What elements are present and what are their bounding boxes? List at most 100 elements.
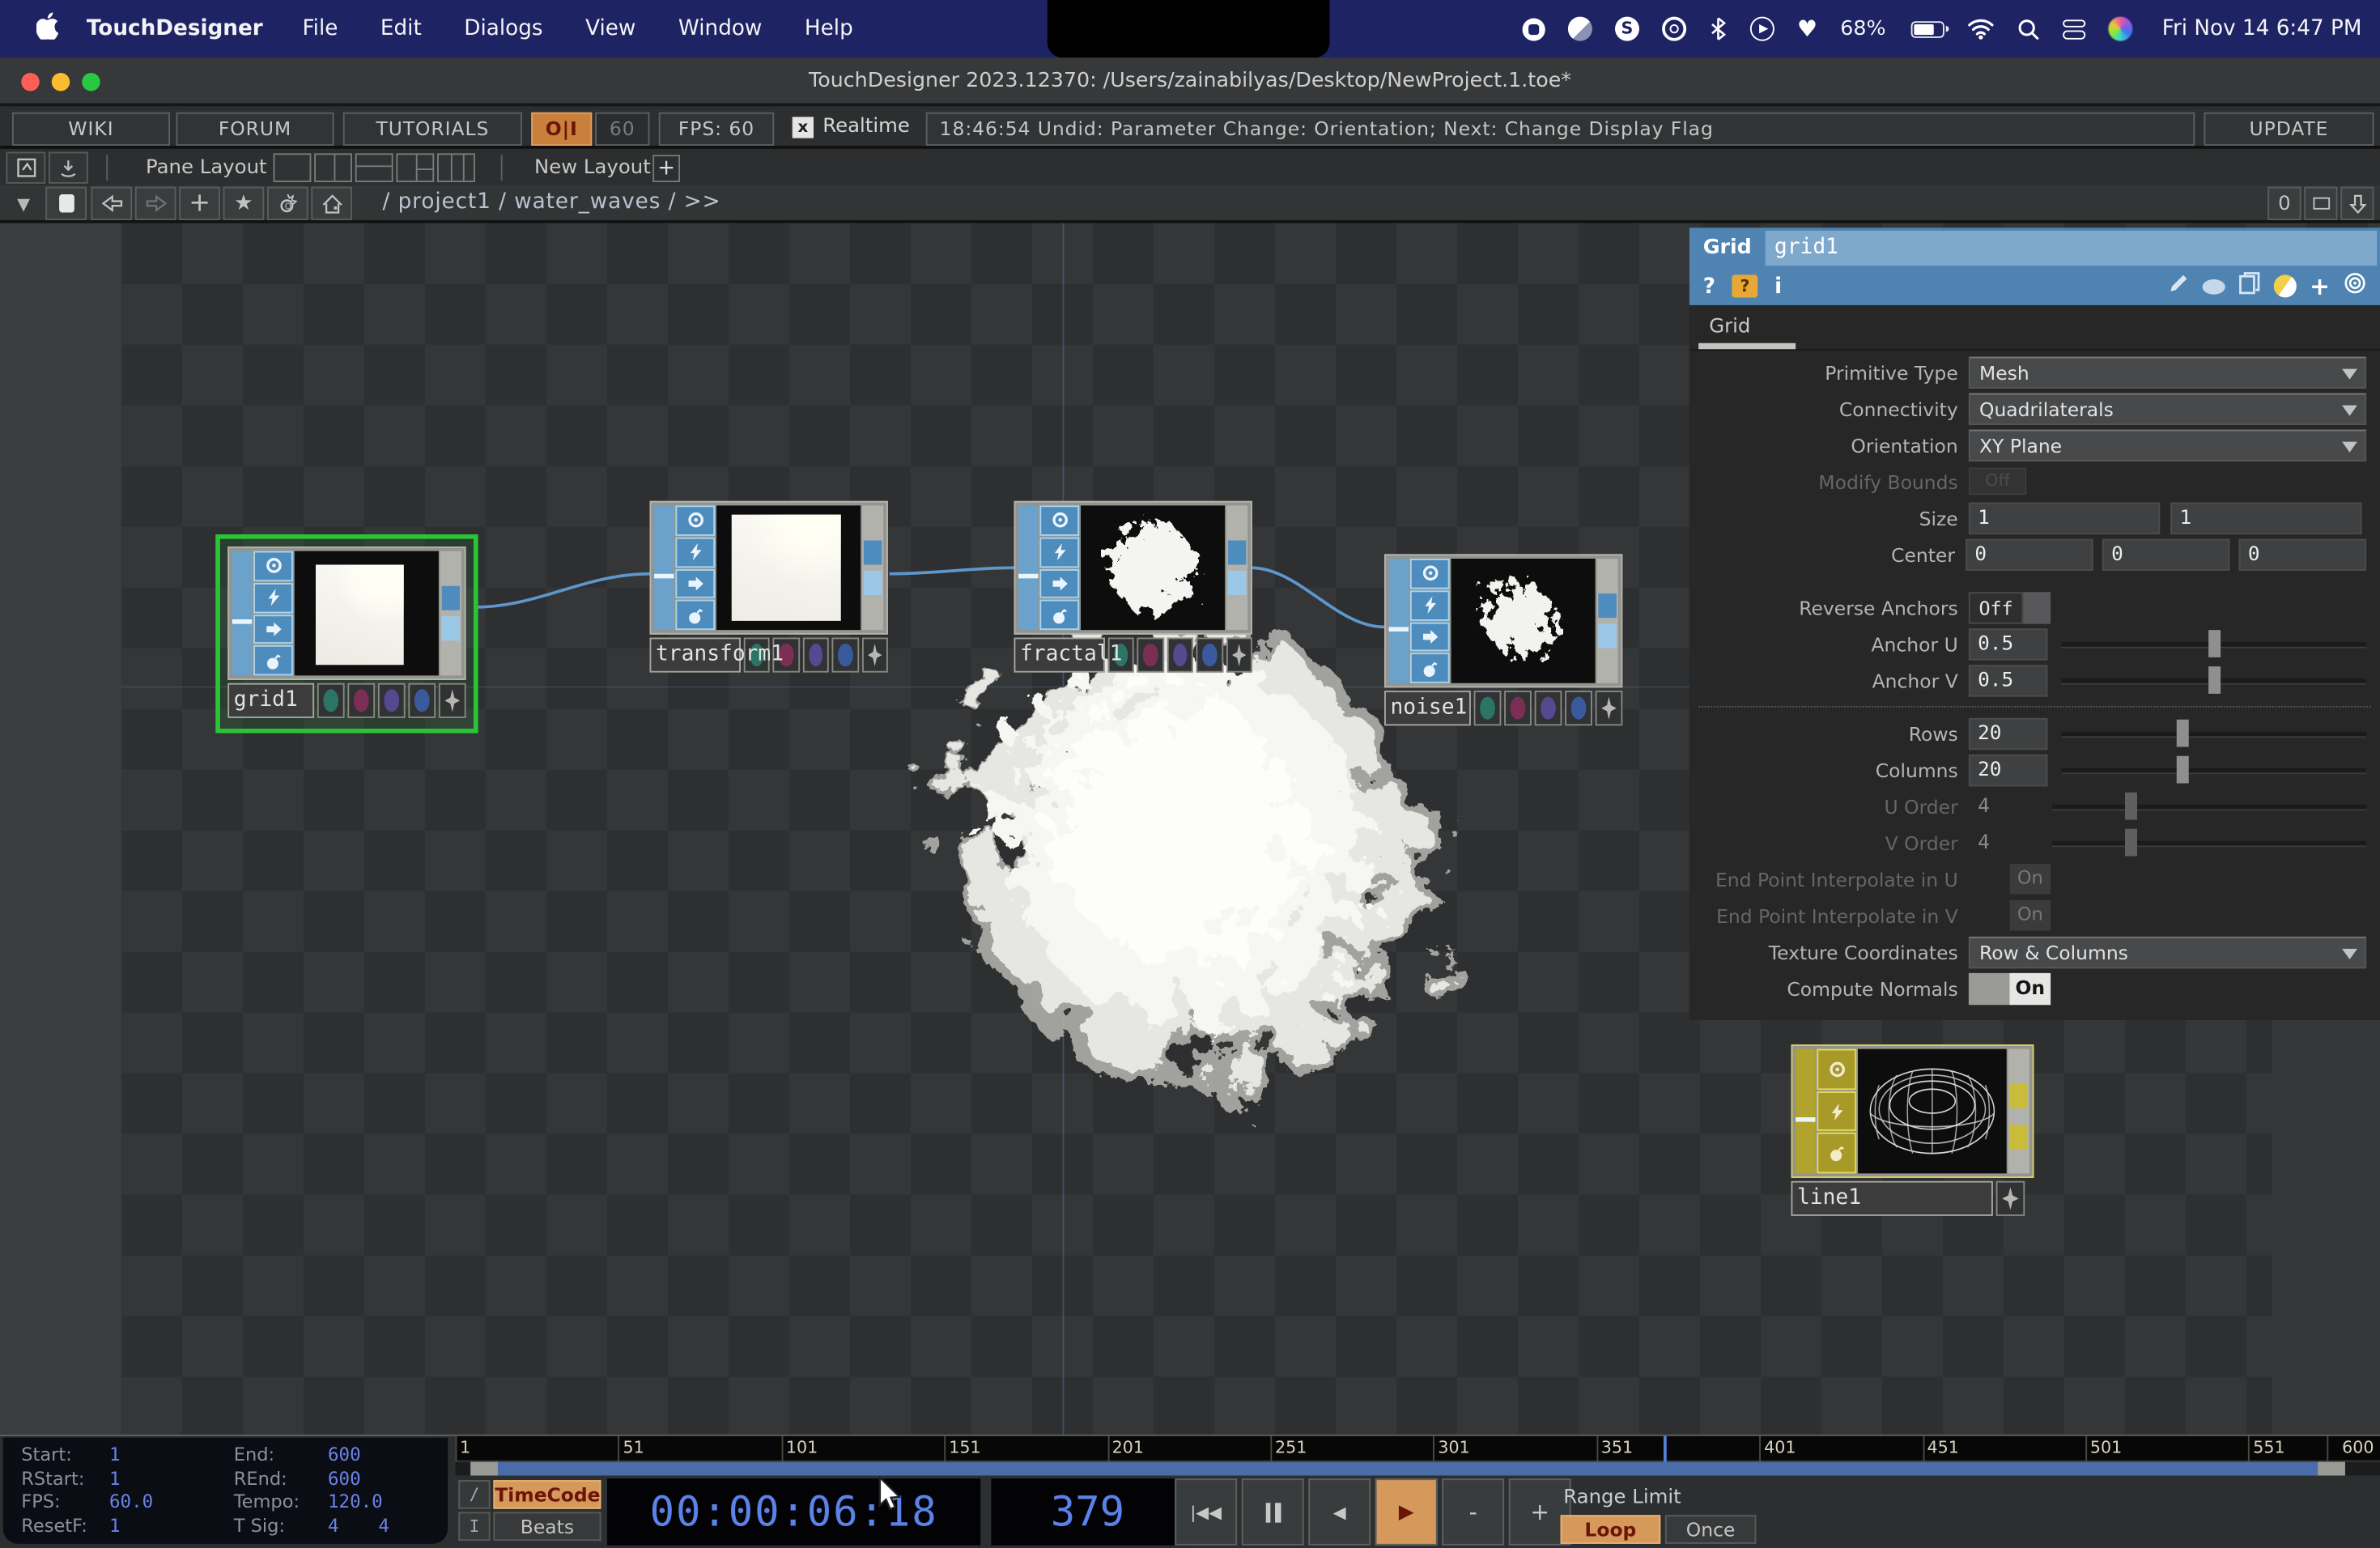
- ruler-tick[interactable]: 251: [1270, 1438, 1307, 1457]
- param-toggle-handle[interactable]: [2023, 591, 2051, 623]
- help-icon[interactable]: ?: [1703, 274, 1715, 298]
- viewer-flag-icon[interactable]: [1039, 505, 1079, 535]
- node-comment-flag[interactable]: [1596, 691, 1623, 725]
- play-circle-icon[interactable]: [1750, 17, 1774, 41]
- target-icon[interactable]: [2344, 272, 2366, 301]
- oi-toggle[interactable]: O|I: [531, 113, 592, 146]
- close-window-button[interactable]: [21, 73, 40, 91]
- ruler-tick[interactable]: 401: [1759, 1438, 1796, 1457]
- ruler-tick[interactable]: 351: [1596, 1438, 1633, 1457]
- node-state-flag-3[interactable]: [1167, 638, 1194, 673]
- new-layout-add-button[interactable]: +: [652, 155, 680, 182]
- node-name-label[interactable]: transform1: [650, 638, 742, 673]
- control-center-icon[interactable]: [2063, 15, 2086, 43]
- viewer-flag-icon[interactable]: [253, 551, 293, 581]
- param-field[interactable]: 20: [1969, 717, 2048, 749]
- timeline-ruler[interactable]: 151101151201251301351401451501551600: [456, 1436, 2380, 1462]
- param-menu[interactable]: Row & Columns: [1969, 936, 2366, 968]
- node-state-flag-3[interactable]: [803, 638, 830, 673]
- info-icon[interactable]: i: [1774, 274, 1782, 298]
- python-icon[interactable]: [2273, 274, 2296, 297]
- add-parameter-icon[interactable]: +: [2310, 275, 2330, 296]
- node-state-flag-4[interactable]: [1565, 691, 1592, 725]
- node-noise1[interactable]: noise1: [1384, 554, 1622, 725]
- node-comment-flag[interactable]: [1226, 638, 1252, 673]
- node-state-flag-2[interactable]: [347, 683, 375, 718]
- node-comment-flag[interactable]: [1996, 1181, 2025, 1216]
- node-state-flag-3[interactable]: [1534, 691, 1562, 725]
- tutorials-button[interactable]: TUTORIALS: [343, 113, 522, 146]
- node-viewer[interactable]: [716, 505, 861, 630]
- back-arrow-icon[interactable]: [91, 187, 133, 220]
- node-comment-flag[interactable]: [861, 638, 888, 673]
- param-field[interactable]: 0.5: [1969, 627, 2048, 659]
- node-state-flag-2[interactable]: [1504, 691, 1532, 725]
- pause-button[interactable]: [1242, 1478, 1304, 1546]
- param-field[interactable]: 20: [1969, 754, 2048, 785]
- param-field[interactable]: 0: [2102, 538, 2230, 570]
- ruler-tick[interactable]: 501: [2085, 1438, 2122, 1457]
- node-state-flag-4[interactable]: [1196, 638, 1223, 673]
- beats-mode-button[interactable]: Beats: [493, 1512, 601, 1542]
- param-slider[interactable]: [2061, 641, 2366, 646]
- screen-record-icon[interactable]: [1523, 18, 1545, 40]
- render-flag-icon[interactable]: [675, 600, 715, 630]
- node-grid1[interactable]: grid1: [227, 546, 465, 718]
- edit-pencil-icon[interactable]: [2167, 272, 2188, 301]
- node-state-flag-1[interactable]: [317, 683, 345, 718]
- frame-display[interactable]: 379: [991, 1478, 1184, 1546]
- node-state-flag-3[interactable]: [378, 683, 406, 718]
- param-slider[interactable]: [2061, 768, 2366, 772]
- copy-parameters-icon[interactable]: [2238, 272, 2259, 301]
- node-viewer[interactable]: [1081, 505, 1225, 630]
- param-field[interactable]: 0.5: [1969, 664, 2048, 695]
- param-field[interactable]: 1: [1969, 502, 2160, 534]
- param-toggle-track[interactable]: [1969, 972, 2010, 1004]
- timeline-range-fill[interactable]: [470, 1462, 2345, 1476]
- node-output-connector[interactable]: [440, 551, 461, 676]
- add-op-icon[interactable]: +: [179, 187, 220, 220]
- timeline-scrollbar[interactable]: [456, 1462, 2380, 1476]
- node-input-connector[interactable]: [1389, 559, 1409, 683]
- pane-layout-option-4[interactable]: [396, 153, 434, 182]
- cook-flag-icon[interactable]: [253, 583, 293, 613]
- node-input-connector[interactable]: [1018, 505, 1038, 630]
- param-field[interactable]: 0: [1966, 538, 2093, 570]
- spotlight-search-icon[interactable]: [2018, 15, 2041, 43]
- cook-flag-icon[interactable]: [675, 537, 715, 567]
- node-name-label[interactable]: grid1: [227, 683, 314, 718]
- maximize-pane-icon[interactable]: [6, 152, 46, 184]
- bypass-flag-icon[interactable]: [1039, 568, 1079, 598]
- bypass-flag-icon[interactable]: [253, 614, 293, 644]
- param-toggle-off[interactable]: Off: [1969, 591, 2024, 623]
- ruler-tick[interactable]: 201: [1107, 1438, 1144, 1457]
- render-flag-icon[interactable]: [253, 645, 293, 675]
- bookmark-star-icon[interactable]: ★: [223, 187, 265, 220]
- node-output-connector[interactable]: [1597, 559, 1618, 683]
- once-button[interactable]: Once: [1665, 1515, 1757, 1544]
- param-slider-handle[interactable]: [2208, 629, 2220, 657]
- menu-item-dialogs[interactable]: Dialogs: [464, 17, 542, 41]
- node-comment-flag[interactable]: [439, 683, 466, 718]
- frame-slash-button[interactable]: /: [458, 1480, 490, 1509]
- menu-item-edit[interactable]: Edit: [380, 17, 422, 41]
- pane-layout-option-1[interactable]: [274, 153, 312, 182]
- param-slider-handle[interactable]: [2177, 719, 2189, 746]
- bluetooth-icon[interactable]: [1709, 15, 1728, 43]
- node-viewer[interactable]: [1451, 559, 1596, 683]
- battery-icon[interactable]: [1911, 20, 1944, 37]
- pane-layout-option-5[interactable]: [437, 153, 475, 182]
- play-reverse-button[interactable]: ◀: [1308, 1478, 1371, 1546]
- menu-item-view[interactable]: View: [585, 17, 635, 41]
- ruler-tick[interactable]: 101: [781, 1438, 818, 1457]
- pane-menu-icon[interactable]: ▼: [3, 187, 45, 220]
- node-output-connector[interactable]: [2008, 1049, 2029, 1174]
- floating-window-icon[interactable]: [2304, 187, 2337, 220]
- overlay-count-button[interactable]: 0: [2267, 187, 2301, 220]
- menu-app-name[interactable]: TouchDesigner: [87, 17, 263, 41]
- node-line1[interactable]: line1: [1791, 1044, 2034, 1216]
- range-start-thumb[interactable]: [470, 1462, 498, 1476]
- node-transform1[interactable]: transform1: [650, 501, 888, 673]
- airplay-icon[interactable]: [1662, 17, 1686, 41]
- collapse-panel-icon[interactable]: [2340, 187, 2374, 220]
